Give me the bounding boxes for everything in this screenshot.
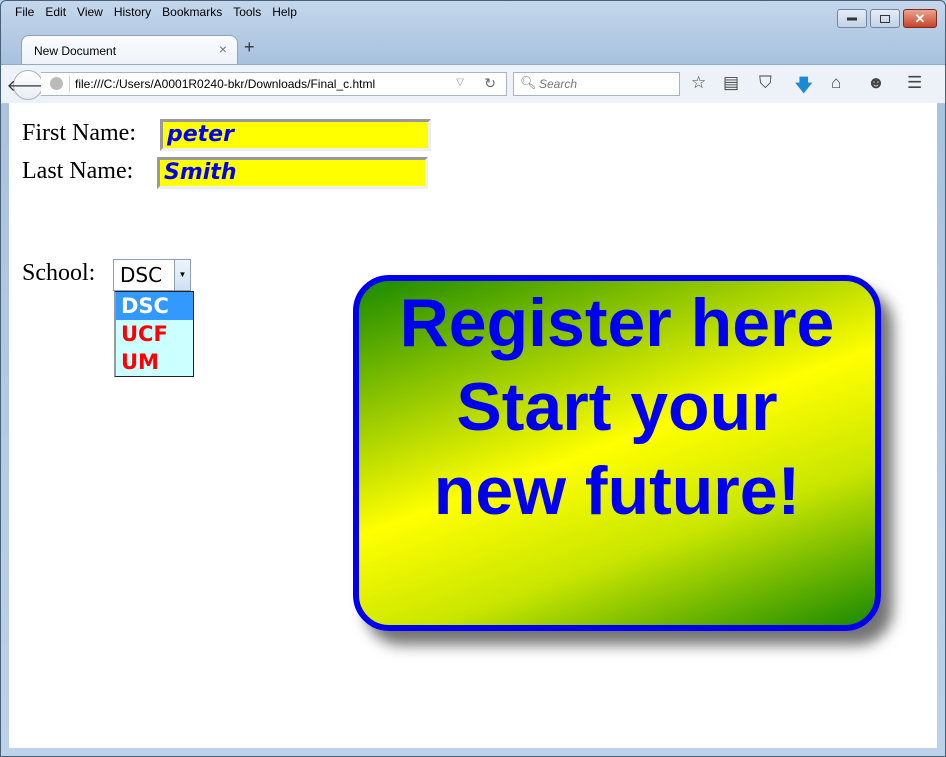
url-bar[interactable]: file:///C:/Users/A0001R0240-bkr/Download… — [41, 72, 507, 96]
school-select[interactable]: DSC ▼ — [113, 259, 191, 291]
url-text: file:///C:/Users/A0001R0240-bkr/Download… — [75, 77, 376, 91]
search-input[interactable]: 🔍︎ Search — [513, 72, 680, 96]
school-option-um[interactable]: UM — [116, 348, 193, 376]
close-button[interactable]: ✕ — [903, 9, 937, 28]
window-controls: ✕ — [837, 9, 937, 28]
first-name-input[interactable]: peter — [160, 119, 431, 151]
tab-strip: New Document × + — [1, 33, 945, 65]
search-icon: 🔍︎ — [520, 75, 537, 90]
banner-line-2: Start your — [456, 369, 778, 445]
maximize-button[interactable] — [870, 9, 900, 28]
menu-bar: File Edit View History Bookmarks Tools H… — [9, 4, 302, 22]
download-icon[interactable]: 🡇 — [795, 73, 812, 102]
school-selected-value: DSC — [120, 263, 163, 287]
home-icon[interactable]: ⌂ — [831, 73, 841, 93]
reload-icon[interactable]: ↻ — [484, 75, 496, 92]
menu-file[interactable]: File — [9, 4, 39, 22]
reading-list-icon[interactable]: ▤ — [723, 73, 739, 93]
browser-window: File Edit View History Bookmarks Tools H… — [0, 0, 946, 757]
back-button[interactable]: 🡐 — [7, 70, 49, 100]
pocket-icon[interactable]: ⛉ — [759, 73, 772, 93]
tab-title: New Document — [34, 44, 117, 58]
school-option-ucf[interactable]: UCF — [116, 320, 193, 348]
chat-icon[interactable]: ☻ — [867, 73, 885, 93]
nav-bar: 🡐 file:///C:/Users/A0001R0240-bkr/Downlo… — [1, 64, 945, 104]
url-history-dropdown-icon[interactable]: ▽ — [456, 77, 464, 88]
menu-bookmarks[interactable]: Bookmarks — [156, 4, 227, 22]
tab-close-icon[interactable]: × — [219, 41, 227, 57]
menu-icon[interactable]: ☰ — [907, 73, 922, 93]
divider — [69, 76, 70, 92]
close-icon: ✕ — [914, 10, 926, 26]
school-options-list: DSC UCF UM — [114, 291, 194, 377]
menu-edit[interactable]: Edit — [39, 4, 71, 22]
last-name-input[interactable]: Smith — [157, 157, 428, 189]
banner-line-3: new future! — [433, 453, 801, 529]
tab-new-document[interactable]: New Document × — [21, 35, 238, 65]
menu-help[interactable]: Help — [266, 4, 302, 22]
search-placeholder: Search — [539, 77, 578, 91]
new-tab-button[interactable]: + — [244, 37, 255, 58]
chevron-down-icon[interactable]: ▼ — [174, 260, 190, 290]
school-option-dsc[interactable]: DSC — [116, 292, 193, 320]
menu-history[interactable]: History — [108, 4, 156, 22]
restore-icon — [880, 14, 890, 23]
minimize-button[interactable] — [837, 9, 867, 28]
first-name-label: First Name: — [22, 120, 136, 146]
school-label: School: — [22, 260, 96, 286]
star-icon[interactable]: ☆ — [691, 73, 706, 93]
menu-view[interactable]: View — [71, 4, 108, 22]
globe-icon — [50, 77, 63, 90]
last-name-label: Last Name: — [22, 158, 134, 184]
page-content: First Name: peter Last Name: Smith Schoo… — [9, 103, 937, 748]
register-banner[interactable]: Register here Start your new future! — [353, 275, 881, 631]
menu-tools[interactable]: Tools — [227, 4, 266, 22]
minimize-icon — [847, 17, 857, 20]
banner-line-1: Register here — [399, 285, 835, 361]
